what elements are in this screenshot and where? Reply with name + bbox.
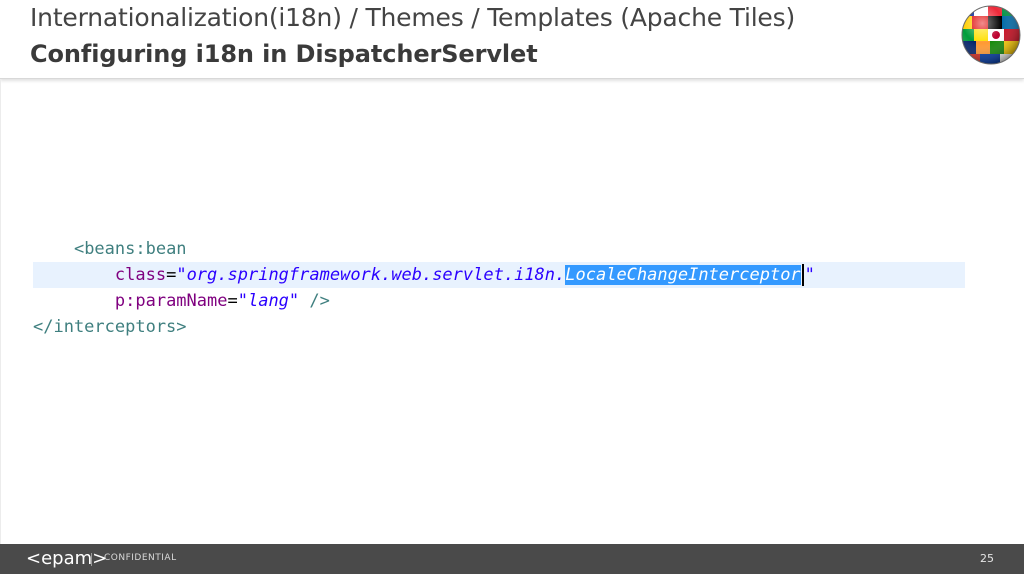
epam-logo: <epam> — [26, 548, 108, 569]
code-line-1: <beans:bean — [33, 236, 965, 262]
code-line-4: </interceptors> — [33, 314, 965, 340]
code-line-2: class="org.springframework.web.servlet.i… — [33, 262, 965, 288]
code-snippet: <beans:bean class="org.springframework.w… — [33, 236, 965, 340]
slide-header: Internationalization(i18n) / Themes / Te… — [0, 0, 1024, 79]
code-selected-text[interactable]: LocaleChangeInterceptor — [565, 265, 801, 285]
text-caret — [801, 264, 804, 286]
globe-flags-icon — [961, 5, 1021, 65]
confidential-label: CONFIDENTIAL — [104, 553, 177, 563]
page-number: 25 — [980, 552, 994, 565]
slide-title: Internationalization(i18n) / Themes / Te… — [30, 3, 795, 32]
slide-footer: <epam> CONFIDENTIAL 25 — [0, 544, 1024, 574]
code-attr-class: class — [114, 265, 167, 285]
code-string-lang: "lang" — [237, 291, 300, 311]
code-tag-interceptors-close: </interceptors> — [33, 317, 187, 337]
code-tag-bean: <beans:bean — [73, 239, 187, 259]
code-attr-paramname: p:paramName — [114, 291, 228, 311]
code-line-3: p:paramName="lang" /> — [114, 291, 330, 311]
footer-divider — [91, 553, 92, 566]
slide-subtitle: Configuring i18n in DispatcherServlet — [30, 40, 538, 68]
code-string-class-prefix: "org.springframework.web.servlet.i18n. — [176, 265, 566, 285]
